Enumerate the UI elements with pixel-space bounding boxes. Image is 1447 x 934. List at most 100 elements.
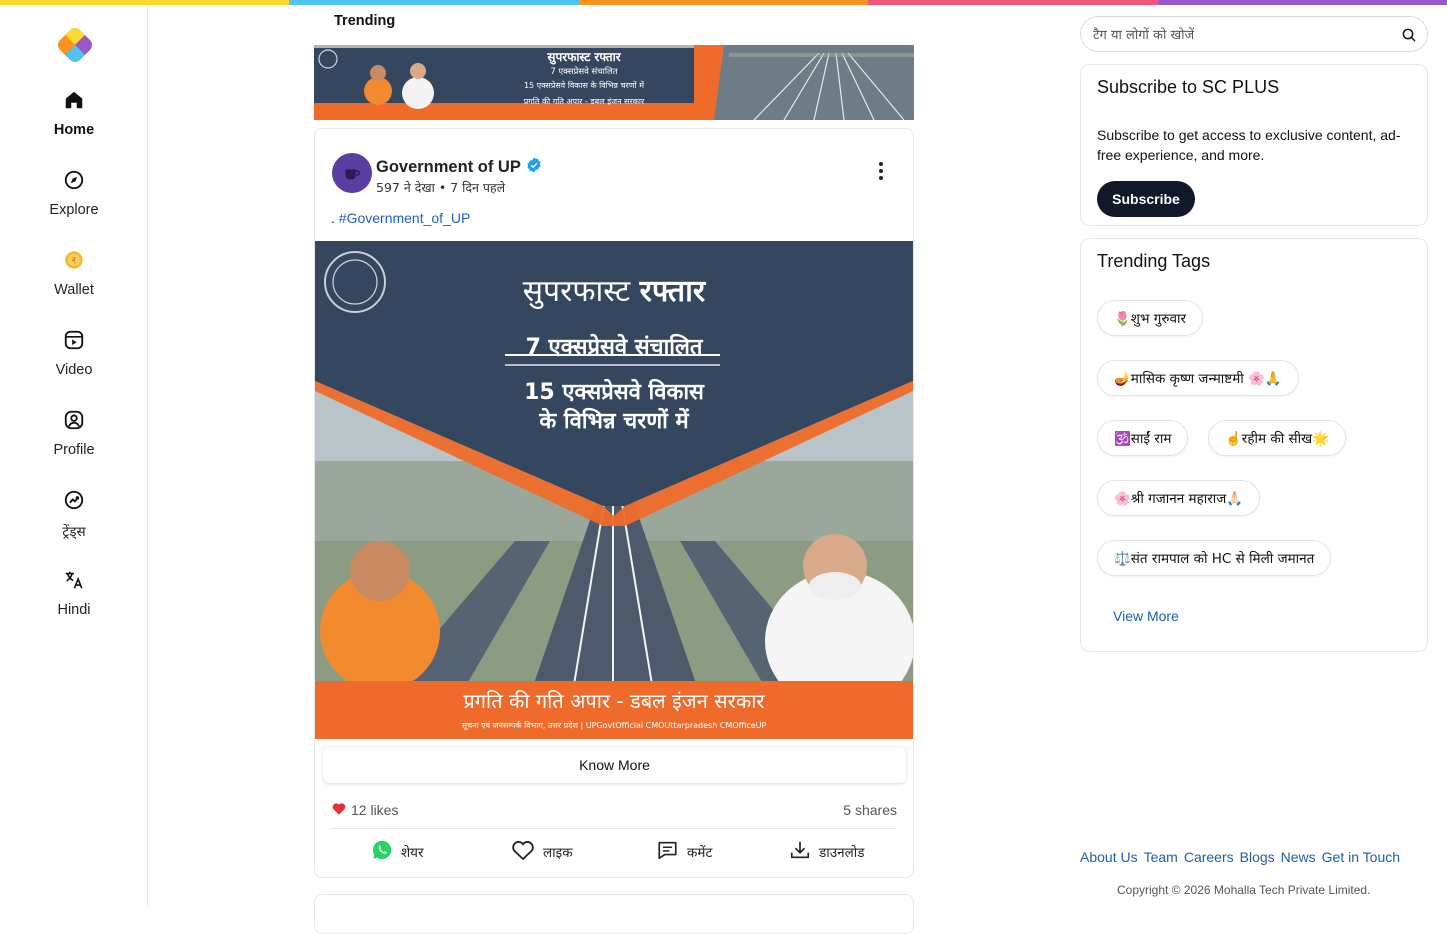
shares-count: 5 shares [843,802,897,818]
share-label: शेयर [401,844,424,861]
sidebar-item-wallet[interactable]: ₹ Wallet [0,248,148,318]
search-bar [1080,16,1428,52]
color-bar-segment [289,0,579,5]
top-color-bar [0,0,1447,5]
banner-line-2: 15 एक्सप्रेसवे विकास के विभिन्न चरणों मे… [523,81,645,90]
sidebar-item-video[interactable]: Video [0,328,148,398]
sidebar-item-language[interactable]: Hindi [0,568,148,638]
sidebar-item-trends[interactable]: ट्रेंड्स [0,488,148,558]
view-count: 597 ने देखा [376,180,435,195]
like-label: लाइक [543,844,573,861]
download-button[interactable]: डाउनलोड [789,839,864,864]
heart-filled-icon [332,802,346,818]
tag-chip[interactable]: 🌷शुभ गुरुवार [1097,300,1203,336]
tag-chip[interactable]: 🕉️साईं राम [1097,420,1189,456]
sidebar-item-label: Home [53,122,95,138]
home-icon [62,88,86,112]
post-card: Government of UP 597 ने देखा • 7 दिन पहल… [314,128,914,878]
tag-chip[interactable]: ⚖️संत रामपाल को HC से मिली जमानत [1097,540,1332,576]
download-label: डाउनलोड [819,844,865,861]
view-more-link[interactable]: View More [1113,608,1179,624]
sharechat-logo-icon[interactable] [53,23,97,67]
post-image-line-3: के विभिन्न चरणों में [539,409,689,434]
svg-text:₹: ₹ [71,256,76,266]
footer-link-contact[interactable]: Get in Touch [1322,849,1400,865]
banner-line-3: प्रगति की गति अपार - डबल इंजन सरकार [523,97,645,106]
trends-icon [62,488,86,512]
post-image-sub-footer: सूचना एवं जनसम्पर्क विभाग, उत्तर प्रदेश … [461,721,767,730]
verified-badge-icon [525,156,543,179]
likes-count: 12 likes [332,802,398,818]
sidebar-item-home[interactable]: Home [0,88,148,158]
coin-icon: ₹ [62,248,86,272]
post-meta: 597 ने देखा • 7 दिन पहले [376,179,505,196]
hashtag-link[interactable]: #Government_of_UP [339,210,471,226]
divider [331,828,897,829]
download-icon [789,839,811,864]
color-bar-segment [578,0,869,5]
translate-icon [62,568,86,592]
footer-link-careers[interactable]: Careers [1184,849,1234,865]
promo-banner[interactable]: सुपरफास्ट रफ्तार 7 एक्सप्रेसवे संचालित 1… [314,45,914,120]
color-bar-segment [868,0,1158,5]
sidebar-item-explore[interactable]: Explore [0,168,148,238]
banner-headline: सुपरफास्ट रफ्तार [547,50,621,64]
banner-line-1: 7 एक्सप्रेसवे संचालित [550,67,618,77]
tag-chip[interactable]: ☝️रहीम की सीख🌟 [1208,420,1346,456]
video-icon [62,328,86,352]
post-time: 7 दिन पहले [450,180,506,195]
footer-links: About Us Team Careers Blogs News Get in … [1080,849,1400,865]
trending-tags-panel: Trending Tags 🌷शुभ गुरुवार 🪔मासिक कृष्ण … [1080,238,1428,652]
share-button[interactable]: शेयर [371,839,424,864]
comment-button[interactable]: कमेंट [656,839,712,864]
subscribe-title: Subscribe to SC PLUS [1097,77,1280,97]
post-caption: . #Government_of_UP [331,210,470,226]
tag-chip[interactable]: 🪔मासिक कृष्ण जन्माष्टमी 🌸🙏 [1097,360,1299,396]
post-image-headline-2: रफ्तार [639,274,706,309]
author-name-text[interactable]: Government of UP [376,158,521,177]
subscribe-button[interactable]: Subscribe [1097,181,1195,217]
post-image-headline-1: सुपरफास्ट [522,274,631,309]
post-image[interactable]: सुपरफास्ट रफ्तार 7 एक्सप्रेसवे संचालित 1… [315,241,913,739]
compass-icon [62,168,86,192]
subscribe-panel: Subscribe to SC PLUS Subscribe to get ac… [1080,64,1428,226]
sidebar-item-label: Hindi [57,602,91,618]
footer-link-team[interactable]: Team [1144,849,1178,865]
comment-label: कमेंट [687,844,713,861]
whatsapp-icon [371,839,393,864]
post-image-footer: प्रगति की गति अपार - डबल इंजन सरकार [463,689,765,713]
sidebar-item-label: Profile [53,442,95,458]
subscribe-text: Subscribe to get access to exclusive con… [1097,127,1401,163]
footer-link-blogs[interactable]: Blogs [1240,849,1275,865]
post-image-line-1: 7 एक्सप्रेसवे संचालित [525,335,703,360]
footer-link-news[interactable]: News [1281,849,1316,865]
likes-text: 12 likes [351,802,399,818]
author-name[interactable]: Government of UP [376,156,543,179]
profile-icon [62,408,86,432]
post-actions: शेयर लाइक कमेंट डाउनलोड [315,839,913,865]
avatar[interactable] [332,153,372,193]
heart-outline-icon [511,839,535,864]
sidebar-item-label: Wallet [54,282,94,298]
post-image-line-2: 15 एक्सप्रेसवे विकास [524,380,704,405]
tag-chip[interactable]: 🌸श्री गजानन महाराज🙏🏻 [1097,480,1261,516]
search-input[interactable] [1093,25,1393,45]
sidebar-item-label: Explore [49,202,99,218]
more-options-icon[interactable] [871,159,891,183]
sidebar-item-profile[interactable]: Profile [0,408,148,478]
search-icon[interactable] [1401,27,1417,43]
footer-link-about[interactable]: About Us [1080,849,1138,865]
section-title: Trending [334,13,396,29]
comment-icon [656,839,679,864]
like-button[interactable]: लाइक [511,839,573,864]
caption-prefix: . [331,210,339,226]
color-bar-segment [1157,0,1447,5]
copyright: Copyright © 2026 Mohalla Tech Private Li… [1117,883,1371,897]
next-post-card [314,894,914,934]
sidebar-item-label: ट्रेंड्स [62,524,86,540]
know-more-button[interactable]: Know More [323,747,906,783]
sidebar: Home Explore ₹ Wallet Video Profile ट्रे… [0,5,148,907]
sidebar-item-label: Video [55,362,93,378]
meta-separator: • [438,180,451,195]
trending-tags-title: Trending Tags [1097,251,1211,271]
